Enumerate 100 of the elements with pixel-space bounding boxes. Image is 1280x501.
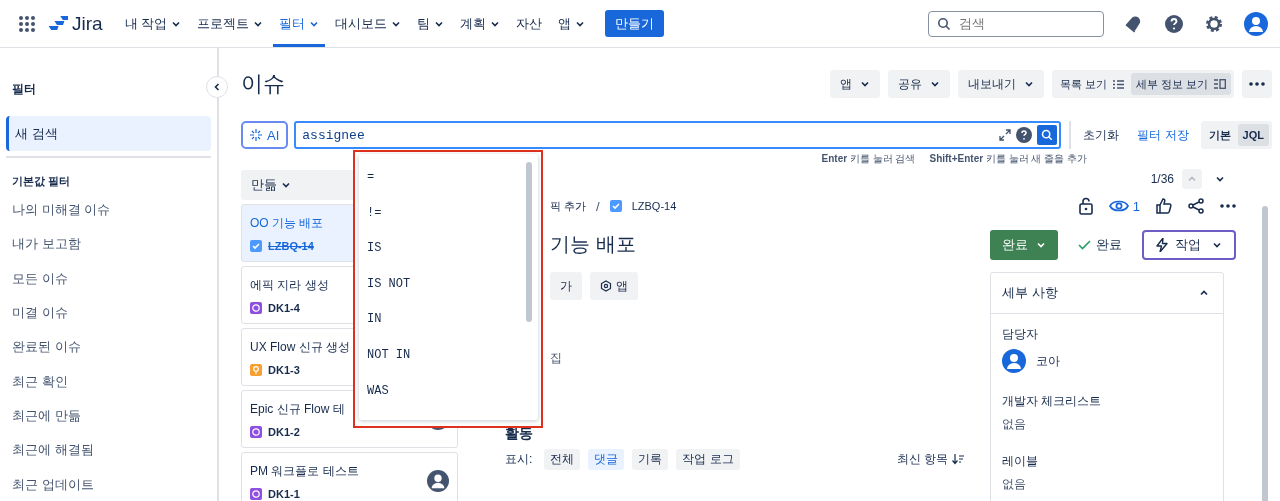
activity-filter[interactable]: 작업 로그 — [676, 449, 740, 470]
watch-button[interactable]: 1 — [1108, 198, 1140, 214]
issue-summary: PM 워크플로 테스트 — [250, 462, 359, 480]
expand-icon[interactable] — [999, 129, 1012, 141]
more-icon — [1249, 82, 1265, 86]
chevron-down-icon — [859, 79, 870, 89]
issue-key: DK1-4 — [268, 301, 300, 314]
nav-item[interactable]: 팀 — [411, 0, 451, 47]
filter-link[interactable]: 최근 업데이트 — [12, 475, 94, 494]
lightning-icon — [1156, 238, 1168, 252]
activity-filter[interactable]: 댓글 — [588, 449, 625, 470]
show-label: 표시: — [505, 451, 533, 468]
page-title: 이슈 — [241, 70, 285, 98]
filter-link[interactable]: 완료된 이슈 — [12, 338, 81, 357]
issue-title: 기능 배포 — [550, 232, 637, 257]
filter-link[interactable]: 내가 보고함 — [12, 235, 81, 254]
chevron-left-icon — [212, 82, 222, 92]
field-value: 코아 — [1036, 352, 1060, 370]
share-icon[interactable] — [1188, 198, 1204, 214]
breadcrumb-separator: / — [596, 198, 600, 214]
reset-button[interactable]: 초기화 — [1077, 121, 1126, 149]
mode-option[interactable]: 기본 — [1203, 124, 1236, 146]
field-label: 개발자 체크리스트 — [1002, 393, 1103, 410]
section-heading: 활동 — [505, 425, 534, 443]
sort-button[interactable]: 최신 항목 — [890, 449, 970, 470]
issue-summary: 에픽 지라 생성 — [250, 276, 329, 294]
filter-link[interactable]: 미결 이슈 — [12, 304, 68, 323]
action-button[interactable]: 작업 — [1142, 230, 1236, 260]
toolbar-button[interactable]: 앱 — [590, 272, 638, 300]
filter-link[interactable]: 최근에 만듦 — [12, 406, 81, 425]
nav-item[interactable]: 계획 — [454, 0, 507, 47]
help-icon[interactable] — [1016, 127, 1033, 143]
search-field[interactable]: 검색 — [928, 10, 1104, 37]
collapse-button[interactable] — [206, 76, 228, 98]
dropdown-button[interactable]: 앱 — [829, 70, 880, 98]
eye-icon — [1108, 199, 1129, 213]
filter-link[interactable]: 모든 이슈 — [12, 269, 68, 288]
breadcrumb-link[interactable]: LZBQ-14 — [631, 200, 677, 212]
activity-filter[interactable]: 기록 — [632, 449, 669, 470]
breadcrumb-link[interactable]: 픽 추가 — [550, 198, 587, 214]
help-icon[interactable] — [1164, 13, 1184, 34]
filter-link[interactable]: 나의 미해결 이슈 — [12, 201, 111, 220]
sort-icon — [952, 454, 964, 465]
status-button[interactable]: 완료 — [990, 230, 1058, 260]
search-icon — [937, 16, 951, 31]
avatar-icon — [1002, 349, 1026, 373]
view-option[interactable]: 세부 정보 보기 — [1130, 73, 1231, 95]
issue-key: LZBQ-14 — [268, 239, 314, 252]
nav-item[interactable]: 필터 — [273, 0, 326, 47]
field-value: 없음 — [1002, 476, 1027, 493]
more-button[interactable] — [1242, 70, 1272, 98]
more-icon[interactable] — [1220, 204, 1236, 208]
avatar-icon[interactable] — [1244, 11, 1268, 36]
dropdown-button[interactable]: 공유 — [887, 70, 950, 98]
lock-icon[interactable] — [1078, 197, 1093, 215]
activity-filter[interactable]: 전체 — [544, 449, 581, 470]
nav-item[interactable]: 프로젝트 — [191, 0, 270, 47]
create-button[interactable]: 만들기 — [605, 10, 665, 37]
keyboard-hint: Shift+Enter 키를 눌러 새 줄을 추가 — [929, 152, 1087, 166]
issue-summary: UX Flow 신규 생성 — [250, 338, 350, 356]
nav-item[interactable]: 자산 — [510, 0, 549, 47]
settings-icon[interactable] — [1204, 13, 1224, 34]
chevron-down-icon — [1212, 240, 1222, 250]
mode-option[interactable]: JQL — [1237, 124, 1269, 146]
field-label: 레이블 — [1002, 453, 1039, 470]
chevron-down-icon — [1036, 240, 1046, 250]
search-icon — [1041, 129, 1054, 141]
field-label: 담당자 — [1002, 326, 1039, 343]
edit-link[interactable]: 집 — [550, 350, 562, 367]
logo-text: Jira — [72, 12, 103, 35]
issue-card[interactable]: PM 워크플로 테스트 DK1-1 — [241, 452, 458, 501]
chevron-up-icon — [1187, 174, 1197, 184]
ai-button[interactable]: AI — [241, 121, 289, 149]
resolution-label: 완료 — [1096, 236, 1122, 254]
dropdown-button[interactable]: 내보내기 — [957, 70, 1044, 98]
view-option[interactable]: 목록 보기 — [1054, 73, 1129, 95]
list-icon — [1112, 79, 1124, 89]
checkmark-icon — [1078, 240, 1091, 250]
sidebar-item[interactable]: 새 검색 — [6, 116, 211, 151]
hexagon-icon — [600, 280, 612, 292]
detail-view-icon — [1214, 79, 1226, 89]
jql-field[interactable]: assignee — [294, 121, 1062, 149]
filter-link[interactable]: 최근 확인 — [12, 372, 68, 391]
issue-key: DK1-1 — [268, 487, 300, 500]
nav-item[interactable]: 앱 — [552, 0, 592, 47]
nav-item[interactable]: 대시보드 — [329, 0, 408, 47]
issue-summary: OO 기능 배포 — [250, 214, 324, 232]
filter-link[interactable]: 최근에 해결됨 — [12, 441, 94, 460]
app-switcher-icon[interactable] — [18, 14, 36, 33]
issue-key: DK1-3 — [268, 363, 300, 376]
sparkle-icon — [250, 129, 262, 141]
toolbar-button[interactable]: 가 — [550, 272, 582, 300]
thumbs-up-icon[interactable] — [1156, 198, 1172, 214]
save-filter-button[interactable]: 필터 저장 — [1131, 121, 1195, 149]
issue-key: DK1-2 — [268, 425, 300, 438]
collapse-icon[interactable] — [1199, 288, 1209, 298]
search-button[interactable] — [1037, 125, 1058, 145]
chevron-down-icon — [929, 79, 940, 89]
pager-count: 1/36 — [1150, 172, 1174, 186]
nav-item[interactable]: 내 작업 — [118, 0, 188, 47]
